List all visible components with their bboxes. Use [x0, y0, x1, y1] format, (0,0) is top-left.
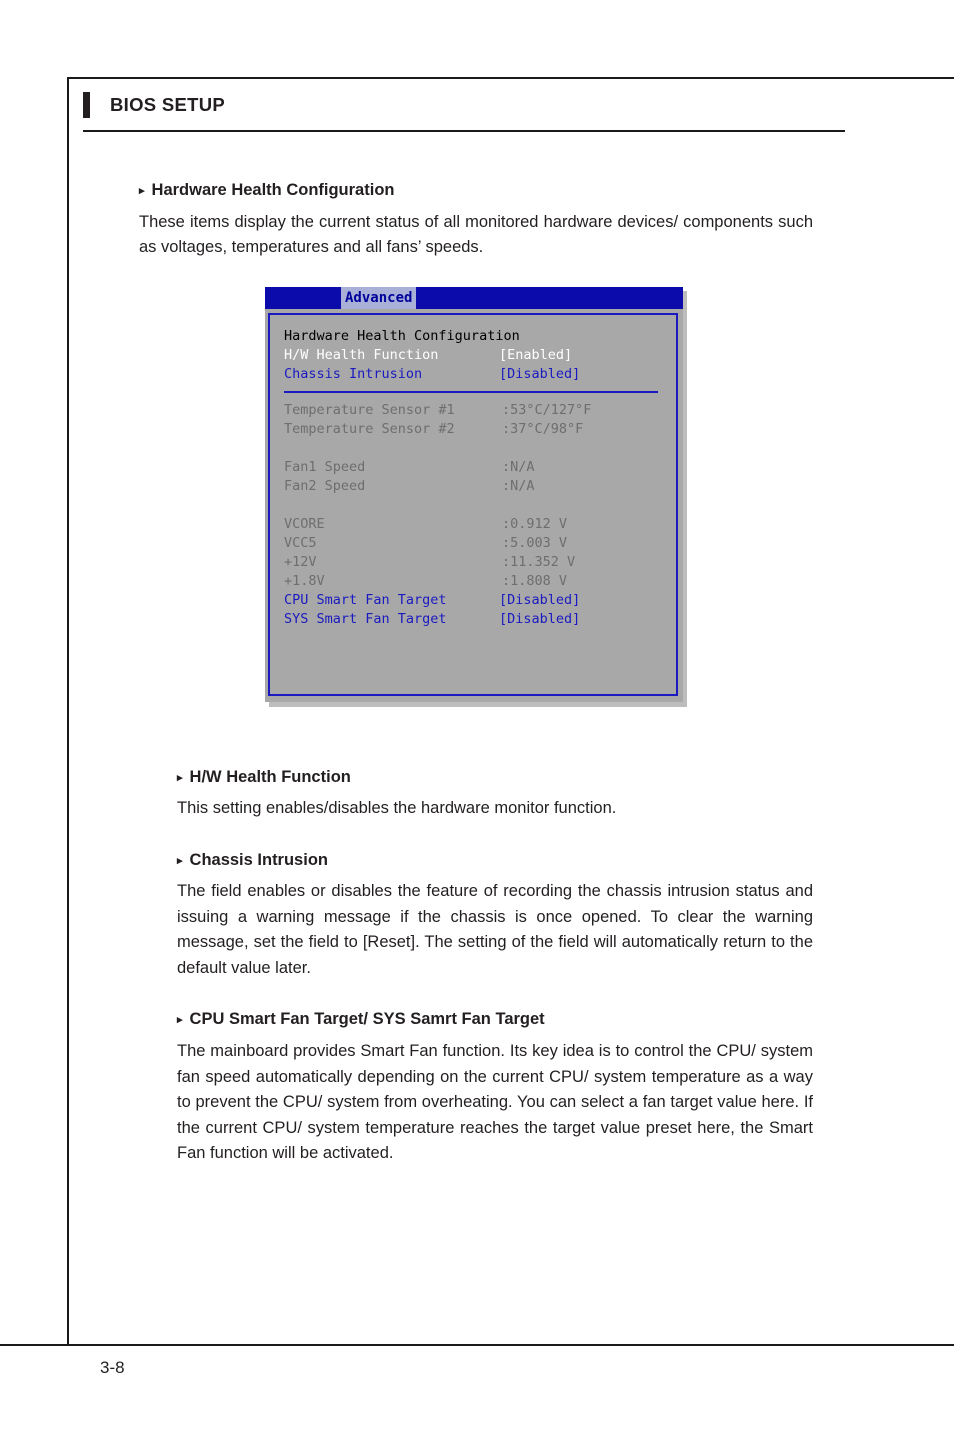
section-heading-label: H/W Health Function	[189, 767, 351, 786]
page-top-rule	[67, 77, 954, 79]
bios-item-value[interactable]: [Disabled]	[499, 365, 580, 384]
bios-row-vcore: VCORE :0.912 V	[284, 515, 666, 534]
bios-row-cpu-smart-fan-target[interactable]: CPU Smart Fan Target [Disabled]	[284, 591, 666, 610]
bios-item-label: VCORE	[284, 516, 325, 532]
bios-item-label: VCC5	[284, 535, 317, 551]
bios-row-chassis-intrusion[interactable]: Chassis Intrusion [Disabled]	[284, 365, 666, 384]
bios-row-temperature-sensor-2: Temperature Sensor #2 :37°C/98°F	[284, 420, 666, 439]
page-title: BIOS SETUP	[110, 94, 226, 115]
bios-settings-list: Hardware Health Configuration H/W Health…	[284, 327, 666, 629]
bios-item-value[interactable]: [Disabled]	[499, 591, 580, 610]
bios-spacer-row	[284, 439, 666, 458]
bios-item-label: Temperature Sensor #2	[284, 421, 455, 437]
bios-separator	[284, 391, 658, 393]
bullet-arrow-icon: ▸	[177, 1014, 183, 1027]
bios-panel-title-row: Hardware Health Configuration	[284, 327, 666, 346]
section-heading-hardware-health-configuration: ▸ Hardware Health Configuration	[139, 180, 813, 201]
bios-row-vcc5: VCC5 :5.003 V	[284, 534, 666, 553]
bios-panel-title: Hardware Health Configuration	[284, 328, 520, 344]
bios-row-temperature-sensor-1: Temperature Sensor #1 :53°C/127°F	[284, 401, 666, 420]
bios-item-value[interactable]: [Disabled]	[499, 610, 580, 629]
bios-row-fan2-speed: Fan2 Speed :N/A	[284, 477, 666, 496]
bullet-arrow-icon: ▸	[139, 185, 145, 197]
bios-item-label: +12V	[284, 554, 317, 570]
bios-item-value: :37°C/98°F	[502, 421, 584, 437]
section-heading-label: Chassis Intrusion	[189, 850, 328, 869]
bios-item-label: Temperature Sensor #1	[284, 402, 455, 418]
bios-item-value: :1.808 V	[502, 573, 568, 589]
bios-tab-advanced[interactable]: Advanced	[341, 287, 417, 309]
bios-row-plus-1-8v: +1.8V :1.808 V	[284, 572, 666, 591]
section-body-smart-fan-target: The mainboard provides Smart Fan functio…	[177, 1042, 813, 1162]
page-left-rule	[67, 77, 69, 1345]
page-number: 3-8	[100, 1358, 125, 1377]
bios-panel: Hardware Health Configuration H/W Health…	[268, 313, 678, 696]
bios-item-label: H/W Health Function	[284, 347, 439, 363]
page-bottom-rule	[0, 1344, 954, 1346]
bios-item-label: CPU Smart Fan Target	[284, 592, 447, 608]
bios-row-plus-12v: +12V :11.352 V	[284, 553, 666, 572]
header-underline	[83, 130, 845, 132]
bios-item-value: :N/A	[502, 478, 535, 494]
bios-item-value: :N/A	[502, 459, 535, 475]
bios-item-label: Fan1 Speed	[284, 459, 366, 475]
bios-row-fan1-speed: Fan1 Speed :N/A	[284, 458, 666, 477]
bios-window: Advanced Hardware Health Configuration H…	[265, 287, 683, 702]
bios-item-label: Fan2 Speed	[284, 478, 366, 494]
bullet-arrow-icon: ▸	[177, 771, 183, 784]
section-heading-label: Hardware Health Configuration	[151, 181, 395, 199]
section-heading-chassis-intrusion: ▸ Chassis Intrusion	[177, 850, 813, 871]
header-tick-mark	[83, 92, 90, 118]
bios-item-value[interactable]: [Enabled]	[499, 346, 572, 365]
bios-item-label: +1.8V	[284, 573, 325, 589]
section-body-hardware-health-configuration: These items display the current status o…	[139, 212, 813, 257]
page-header: BIOS SETUP	[83, 90, 863, 120]
bios-item-label: Chassis Intrusion	[284, 366, 423, 382]
section-heading-label: CPU Smart Fan Target/ SYS Samrt Fan Targ…	[189, 1010, 545, 1029]
bios-item-value: :0.912 V	[502, 516, 568, 532]
section-heading-hw-health-function: ▸ H/W Health Function	[177, 767, 813, 788]
bios-row-hw-health-function[interactable]: H/W Health Function [Enabled]	[284, 346, 666, 365]
section-body-hw-health-function: This setting enables/disables the hardwa…	[177, 799, 617, 818]
bios-item-value: :53°C/127°F	[502, 402, 592, 418]
section-body-chassis-intrusion: The field enables or disables the featur…	[177, 882, 813, 977]
bios-title-bar: Advanced	[265, 287, 683, 309]
section-heading-smart-fan-target: ▸ CPU Smart Fan Target/ SYS Samrt Fan Ta…	[177, 1009, 813, 1030]
bios-item-label: SYS Smart Fan Target	[284, 611, 447, 627]
bios-spacer-row	[284, 496, 666, 515]
bullet-arrow-icon: ▸	[177, 854, 183, 867]
bios-item-value: :11.352 V	[502, 554, 576, 570]
bios-row-sys-smart-fan-target[interactable]: SYS Smart Fan Target [Disabled]	[284, 610, 666, 629]
bios-screenshot-figure: Advanced Hardware Health Configuration H…	[265, 287, 687, 707]
bios-item-value: :5.003 V	[502, 535, 568, 551]
